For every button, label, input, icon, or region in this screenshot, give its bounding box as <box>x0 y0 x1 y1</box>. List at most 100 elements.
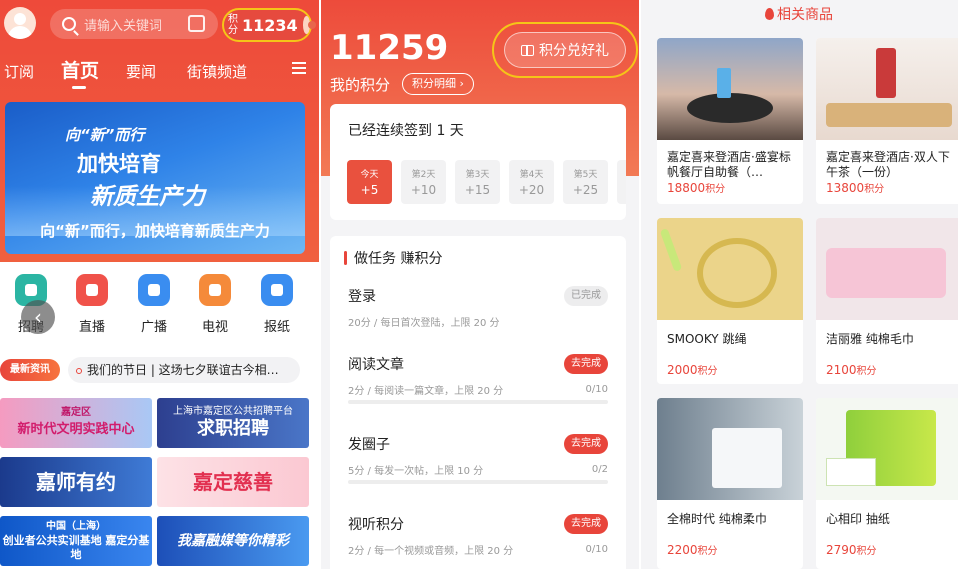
tile-training-base[interactable]: 中国（上海） 创业者公共实训基地 嘉定分基地 <box>0 516 152 566</box>
product-name: 心相印 抽纸 <box>826 512 890 526</box>
banner-carousel[interactable]: 向“新”而行 加快培育 新质生产力 向“新”而行，加快培育新质生产力 <box>5 102 305 254</box>
news-ticker[interactable]: 最新资讯 我们的节日 | 这场七夕联谊古今相… <box>0 356 316 384</box>
checkin-day[interactable]: 今天 +5 <box>347 160 392 204</box>
task-progress-bar <box>348 400 608 404</box>
home-screen: 请输入关键词 积分 11234 订阅 首页 要闻 街镇频道 向“新”而行 加快培… <box>0 0 320 569</box>
redeem-label: 积分兑好礼 <box>539 43 609 59</box>
checkin-day[interactable]: 第2天 +10 <box>401 160 446 204</box>
product-name: 嘉定喜来登酒店·双人下午茶（一份） <box>826 150 950 179</box>
product-price: 2100 <box>826 363 857 377</box>
task-go-button[interactable]: 去完成 <box>564 354 608 374</box>
quick-entry-live[interactable]: 直播 <box>67 274 117 335</box>
quick-entry-label: 直播 <box>78 320 105 335</box>
home-header: 请输入关键词 积分 11234 订阅 首页 要闻 街镇频道 向“新”而行 加快培… <box>0 0 320 262</box>
checkin-day-label: 今天 <box>360 170 379 180</box>
checkin-day-partial <box>617 160 626 204</box>
product-price: 13800 <box>826 181 865 195</box>
product-image <box>657 218 803 320</box>
quick-entry-radio[interactable]: 广播 <box>129 274 179 335</box>
quick-entry-label: 报纸 <box>263 320 290 335</box>
tasks-title-text: 做任务 赚积分 <box>354 251 443 267</box>
product-image <box>657 398 803 500</box>
product-image <box>657 38 803 140</box>
my-points-label: 我的积分 <box>330 76 391 94</box>
tile-civilization-center[interactable]: 嘉定区 新时代文明实践中心 <box>0 398 152 448</box>
flame-icon <box>765 8 774 20</box>
radio-icon <box>138 274 170 306</box>
checkin-day-label: 第3天 <box>465 170 490 180</box>
product-price-unit: 积分 <box>856 546 877 557</box>
points-label: 积分 <box>228 14 238 36</box>
tile-media-center[interactable]: 我嘉融媒等你精彩 <box>157 516 309 566</box>
task-desc: 20分 / 每日首次登陆，上限 20 分 <box>348 318 500 329</box>
tasks-title: 做任务 赚积分 <box>344 248 442 268</box>
product-image <box>816 218 958 320</box>
quick-entry-newspaper[interactable]: 报纸 <box>252 274 302 335</box>
banner-caption: 向“新”而行，加快培育新质生产力 <box>40 222 270 240</box>
tile-charity[interactable]: 嘉定慈善 <box>157 457 309 507</box>
task-read-article: 阅读文章 2分 / 每阅读一篇文章，上限 20 分 去完成 0/10 <box>348 354 608 404</box>
quick-entry-label: 电视 <box>201 320 228 335</box>
checkin-card: 已经连续签到 1 天 今天 +5 第2天 +10 第3天 +15 第4天 +20… <box>330 104 626 220</box>
product-image <box>816 38 958 140</box>
checkin-title: 已经连续签到 1 天 <box>348 123 464 139</box>
product-card[interactable]: SMOOKY 跳绳 2000积分 <box>657 218 803 384</box>
tab-town-channel[interactable]: 街镇频道 <box>187 61 247 82</box>
product-card[interactable]: 嘉定喜来登酒店·盛宴标帆餐厅自助餐（… 18800积分 <box>657 38 803 204</box>
product-card[interactable]: 嘉定喜来登酒店·双人下午茶（一份） 13800积分 <box>816 38 958 204</box>
redeem-gifts-button[interactable]: 积分兑好礼 <box>492 22 638 78</box>
product-price-unit: 积分 <box>705 184 726 195</box>
bullet-icon <box>76 367 82 374</box>
product-card[interactable]: 心相印 抽纸 2790积分 <box>816 398 958 569</box>
product-price: 18800 <box>667 181 706 195</box>
tile-subtitle: 中国（上海） <box>46 521 106 532</box>
tile-title: 求职招聘 <box>197 418 269 439</box>
product-card[interactable]: 全棉时代 纯棉柔巾 2200积分 <box>657 398 803 569</box>
products-screen: 相关商品 嘉定喜来登酒店·盛宴标帆餐厅自助餐（… 18800积分 嘉定喜来登酒店… <box>640 0 958 569</box>
tile-title: 创业者公共实训基地 嘉定分基地 <box>2 534 150 561</box>
points-coin-icon <box>302 16 317 34</box>
checkin-day[interactable]: 第4天 +20 <box>509 160 554 204</box>
checkin-day[interactable]: 第3天 +15 <box>455 160 500 204</box>
tile-title: 嘉师有约 <box>36 470 116 494</box>
menu-icon[interactable] <box>292 62 306 74</box>
checkin-day-label: 第2天 <box>411 170 436 180</box>
checkin-day-value: +15 <box>464 183 491 197</box>
product-name: 全棉时代 纯棉柔巾 <box>667 512 767 526</box>
live-icon <box>76 274 108 306</box>
points-detail-link[interactable]: 积分明细 › <box>402 73 474 95</box>
checkin-day-value: +5 <box>360 183 379 197</box>
scan-icon[interactable] <box>188 15 205 32</box>
task-audio-video: 视听积分 2分 / 每一个视频或音频，上限 20 分 去完成 0/10 <box>348 514 608 557</box>
news-tag: 最新资讯 <box>0 359 60 381</box>
back-arrow-icon[interactable]: ‹ <box>21 300 55 334</box>
checkin-day-label: 第5天 <box>573 170 598 180</box>
points-pill[interactable]: 积分 11234 <box>222 8 317 42</box>
tab-subscribe[interactable]: 订阅 <box>4 61 34 82</box>
tile-job-recruitment[interactable]: 上海市嘉定区公共招聘平台 求职招聘 <box>157 398 309 448</box>
tab-home[interactable]: 首页 <box>61 56 99 83</box>
checkin-day[interactable]: 第5天 +25 <box>563 160 608 204</box>
tasks-card: 做任务 赚积分 登录 20分 / 每日首次登陆，上限 20 分 已完成 阅读文章… <box>330 236 626 569</box>
tile-title: 新时代文明实践中心 <box>17 422 135 437</box>
product-price-unit: 积分 <box>697 366 718 377</box>
avatar[interactable] <box>4 7 36 39</box>
news-headline-text: 我们的节日 | 这场七夕联谊古今相… <box>87 363 279 377</box>
tile-teacher-appointment[interactable]: 嘉师有约 <box>0 457 152 507</box>
task-done-badge: 已完成 <box>564 286 608 306</box>
news-headline[interactable]: 我们的节日 | 这场七夕联谊古今相… <box>68 357 300 383</box>
checkin-day-value: +25 <box>572 183 599 197</box>
tile-title: 我嘉融媒等你精彩 <box>177 533 289 549</box>
task-login: 登录 20分 / 每日首次登陆，上限 20 分 已完成 <box>348 286 608 329</box>
product-name: 嘉定喜来登酒店·盛宴标帆餐厅自助餐（… <box>667 150 791 179</box>
task-go-button[interactable]: 去完成 <box>564 514 608 534</box>
tab-news[interactable]: 要闻 <box>126 61 156 82</box>
task-go-button[interactable]: 去完成 <box>564 434 608 454</box>
product-price: 2200 <box>667 543 698 557</box>
banner-line2: 加快培育 <box>77 151 161 176</box>
quick-entry-tv[interactable]: 电视 <box>190 274 240 335</box>
product-price-unit: 积分 <box>697 546 718 557</box>
product-card[interactable]: 洁丽雅 纯棉毛巾 2100积分 <box>816 218 958 384</box>
points-total: 11259 <box>330 28 449 68</box>
newspaper-icon <box>261 274 293 306</box>
